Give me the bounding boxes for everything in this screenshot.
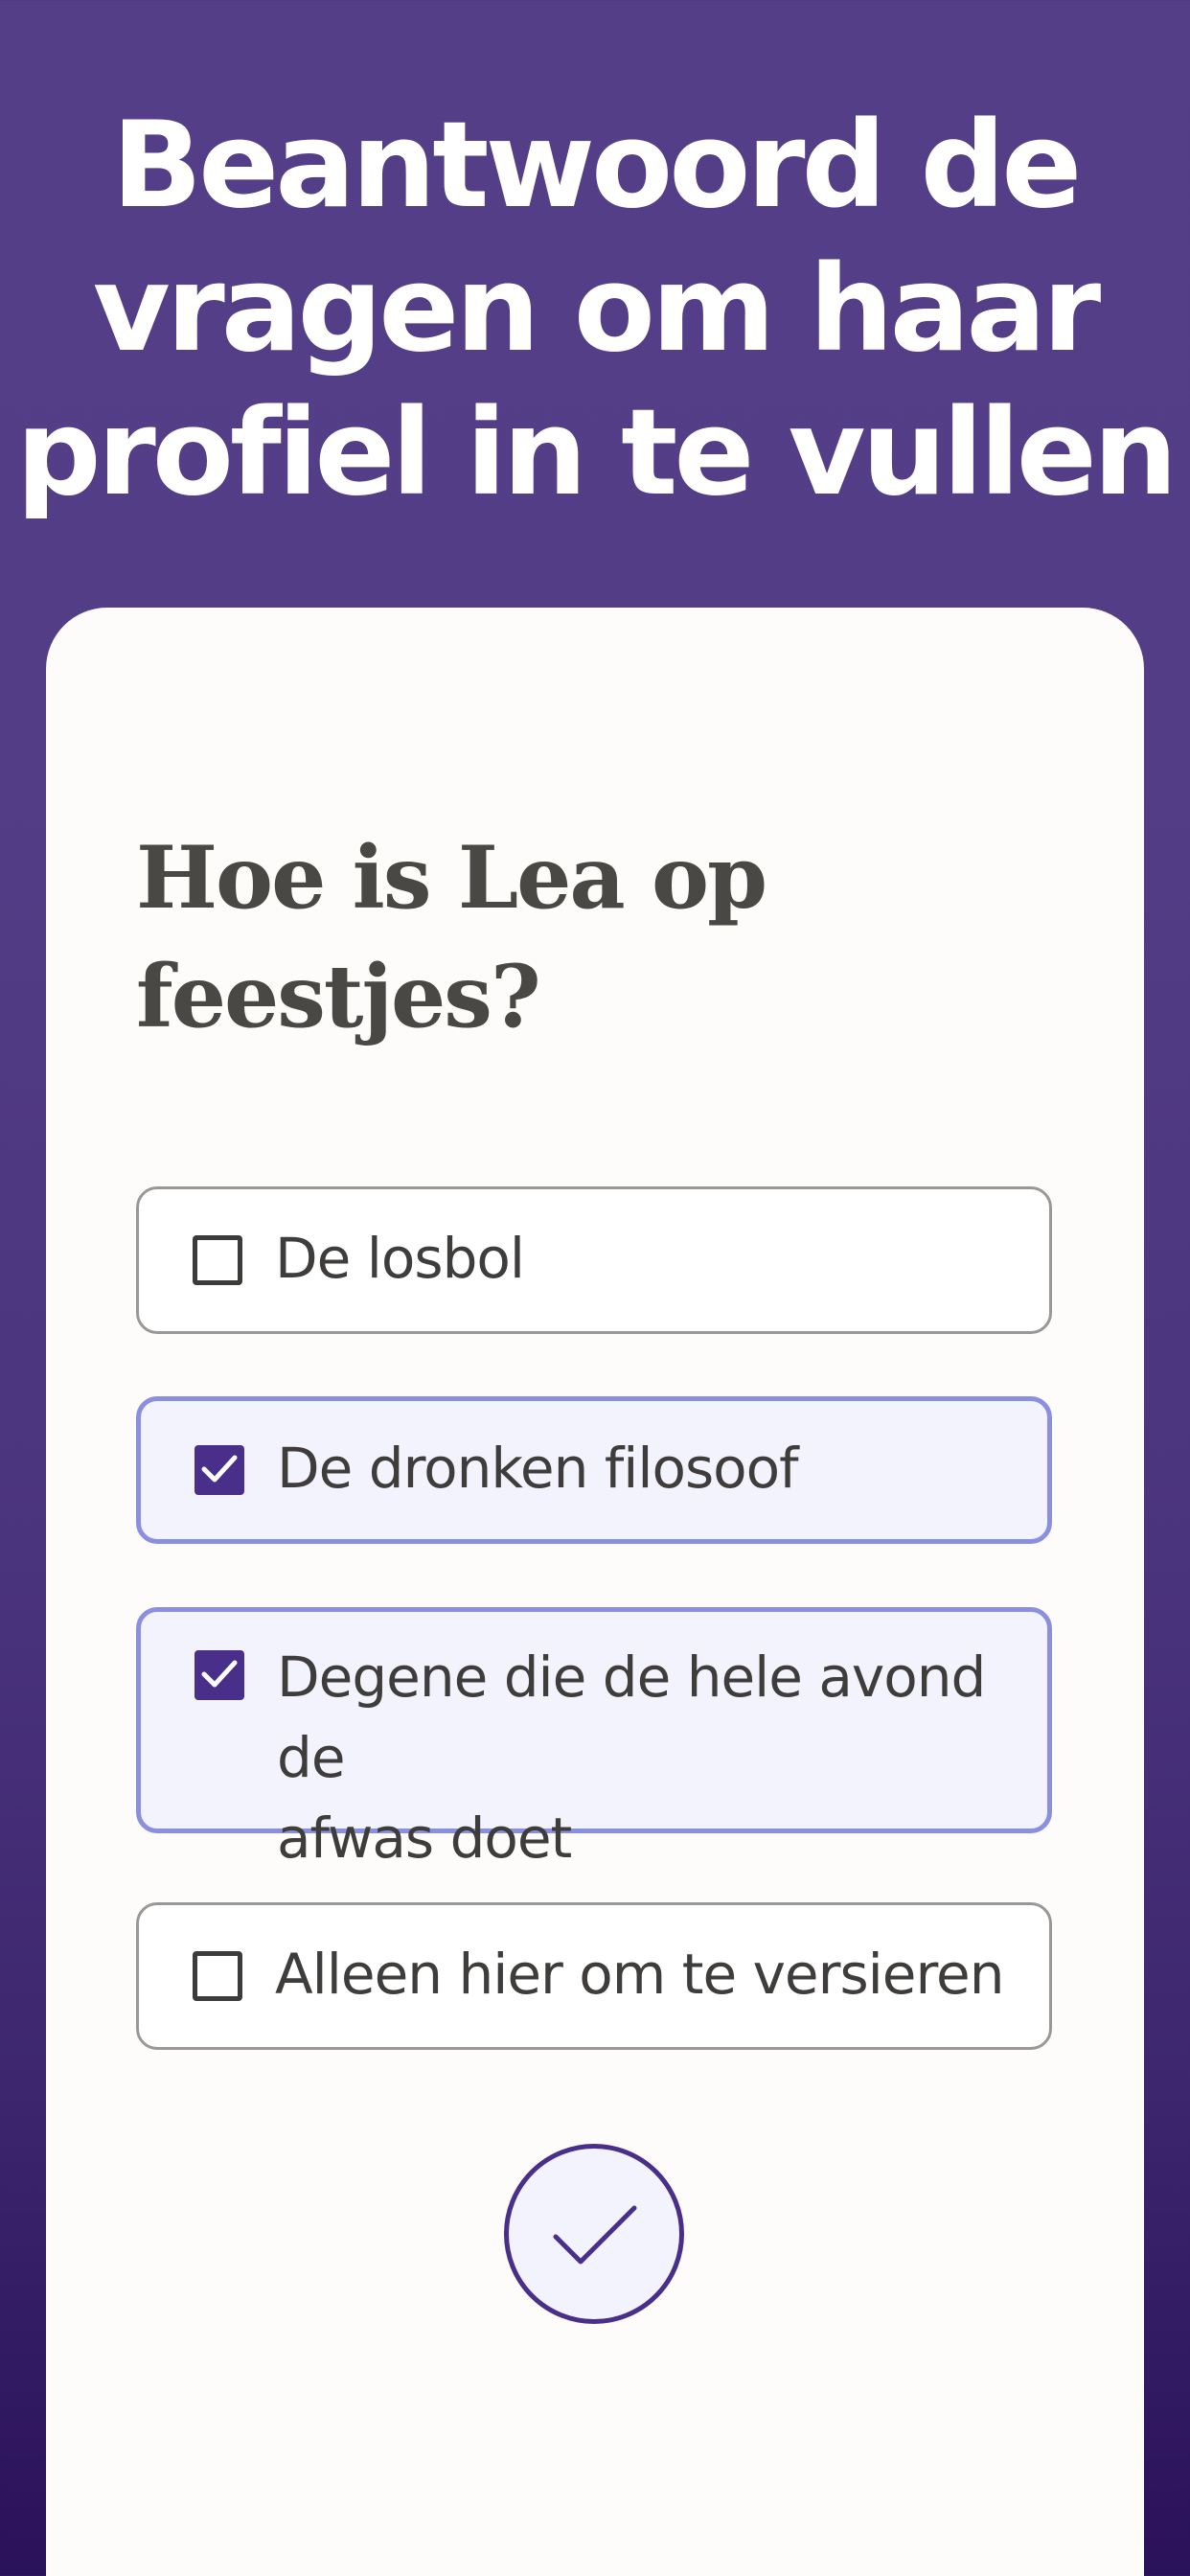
- check-icon: [201, 1455, 238, 1483]
- checkbox-checked[interactable]: [195, 1445, 244, 1495]
- question-line-2: feestjes?: [136, 946, 541, 1047]
- option-label: Degene die de hele avond de afwas doet: [277, 1637, 1009, 1878]
- option-degene-die-de-afwas-doet[interactable]: Degene die de hele avond de afwas doet: [136, 1607, 1052, 1871]
- question-card: Hoe is Lea op feestjes? De losbol De dro…: [46, 608, 1144, 2576]
- page-title: Beantwoord de vragen om haar profiel in …: [0, 94, 1190, 525]
- option-label: Alleen hier om te versieren: [275, 1942, 1004, 2007]
- confirm-button[interactable]: [504, 2144, 684, 2324]
- title-line-3: profiel in te vullen: [15, 384, 1178, 522]
- checkbox-checked[interactable]: [195, 1650, 244, 1700]
- title-line-1: Beantwoord de: [111, 97, 1083, 235]
- question-text: Hoe is Lea op feestjes?: [136, 818, 998, 1056]
- checkbox-unchecked[interactable]: [193, 1951, 242, 2001]
- option-alleen-hier-om-te-versieren[interactable]: Alleen hier om te versieren: [136, 1902, 1052, 2050]
- option-de-dronken-filosoof[interactable]: De dronken filosoof: [136, 1396, 1052, 1544]
- question-line-1: Hoe is Lea op: [136, 827, 767, 929]
- checkbox-unchecked[interactable]: [193, 1235, 242, 1285]
- title-line-2: vragen om haar: [92, 241, 1101, 379]
- option-de-losbol[interactable]: De losbol: [136, 1186, 1052, 1334]
- check-icon: [201, 1660, 238, 1688]
- option-label-line-2: afwas doet: [277, 1806, 572, 1871]
- option-label: De losbol: [275, 1226, 525, 1291]
- checkmark-icon: [553, 2205, 637, 2265]
- option-label-line-1: Degene die de hele avond de: [277, 1644, 986, 1790]
- option-label: De dronken filosoof: [277, 1436, 799, 1501]
